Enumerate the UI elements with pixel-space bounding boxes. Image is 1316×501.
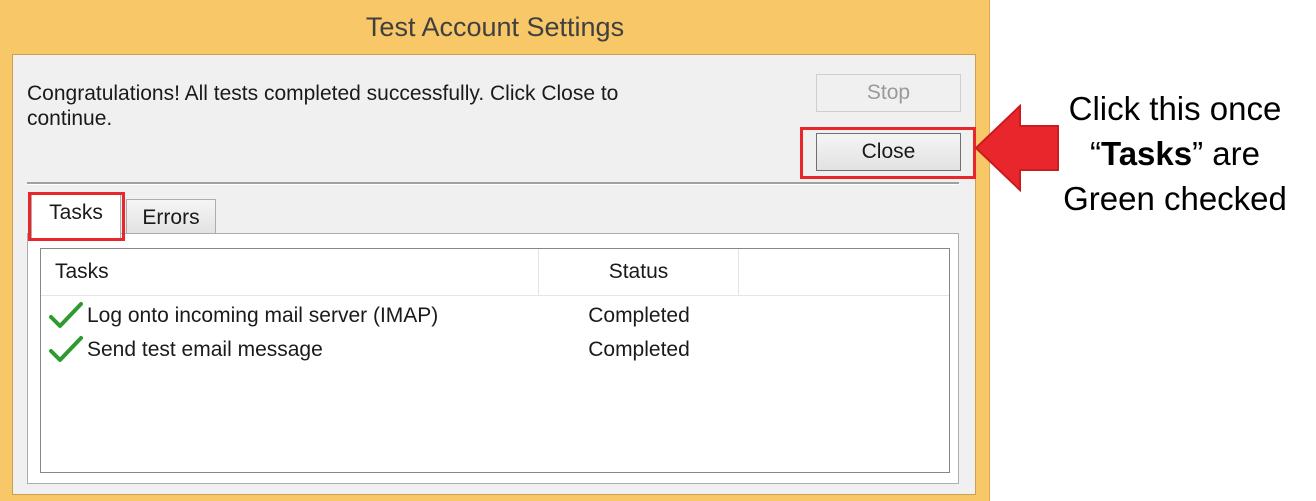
task-status: Completed: [588, 304, 690, 327]
green-check-icon: [49, 302, 83, 328]
task-list[interactable]: Tasks Status Log onto incoming mail serv…: [40, 248, 950, 473]
test-account-settings-dialog: Test Account Settings Congratulations! A…: [0, 0, 990, 501]
instruction-callout: Click this once “Tasks” are Green checke…: [1055, 86, 1295, 221]
column-header-empty: [739, 249, 949, 295]
callout-line-3: Green checked: [1063, 180, 1287, 217]
dialog-title: Test Account Settings: [365, 12, 625, 42]
list-header: Tasks Status: [41, 249, 949, 297]
status-message: Congratulations! All tests completed suc…: [27, 82, 619, 130]
close-button-highlight: [800, 127, 976, 179]
green-check-icon: [49, 336, 83, 362]
header-separator: [41, 295, 949, 296]
table-row[interactable]: Log onto incoming mail server (IMAP) Com…: [41, 299, 949, 333]
callout-line-1: Click this once: [1068, 90, 1282, 127]
dialog-client-area: Congratulations! All tests completed suc…: [12, 54, 976, 495]
callout-bold-tasks: Tasks: [1101, 135, 1193, 172]
column-header-status[interactable]: Status: [539, 249, 739, 295]
callout-line-2: “Tasks” are: [1090, 135, 1260, 172]
divider: [27, 182, 959, 185]
task-name: Log onto incoming mail server (IMAP): [87, 304, 439, 327]
tasks-tab-panel: Tasks Status Log onto incoming mail serv…: [27, 233, 959, 484]
red-arrow-icon: [974, 103, 1059, 193]
tab-errors[interactable]: Errors: [126, 199, 216, 237]
task-status: Completed: [588, 338, 690, 361]
task-name: Send test email message: [87, 338, 323, 361]
stop-button[interactable]: Stop: [816, 74, 961, 112]
tasks-tab-highlight: [28, 192, 125, 241]
column-header-tasks[interactable]: Tasks: [41, 249, 539, 295]
table-row[interactable]: Send test email message Completed: [41, 333, 949, 367]
